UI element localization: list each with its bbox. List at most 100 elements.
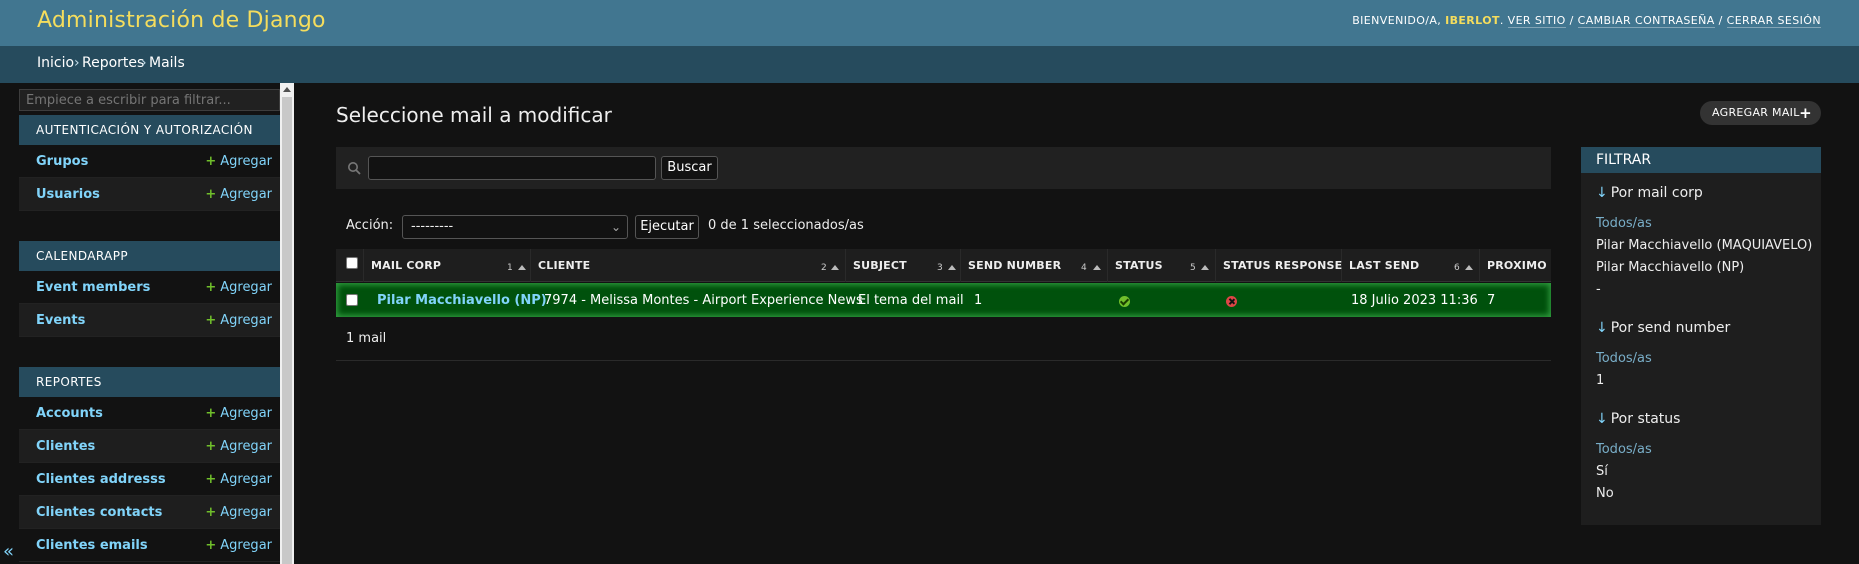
model-link[interactable]: Accounts <box>36 406 103 421</box>
filter-group-title[interactable]: ↓ Por send number <box>1596 320 1730 336</box>
sidebar-scrollbar[interactable] <box>280 83 294 564</box>
scrollbar-thumb[interactable] <box>282 97 292 564</box>
add-link[interactable]: + Agregar <box>205 187 272 202</box>
filter-option[interactable]: - <box>1596 282 1601 297</box>
add-mail-label: AGREGAR MAIL <box>1712 106 1800 119</box>
add-link[interactable]: + Agregar <box>205 406 272 421</box>
cliente-cell: 7974 - Melissa Montes - Airport Experien… <box>544 293 863 308</box>
nav-filter-input[interactable] <box>19 89 280 111</box>
column-status-response[interactable]: STATUS RESPONSE <box>1216 249 1342 282</box>
add-link[interactable]: + Agregar <box>205 313 272 328</box>
column-last-send[interactable]: LAST SEND 6 <box>1342 249 1480 282</box>
action-label: Acción: <box>346 218 394 233</box>
add-link[interactable]: + Agregar <box>205 280 272 295</box>
filter-option[interactable]: Pilar Macchiavello (MAQUIAVELO) <box>1596 238 1812 253</box>
sidebar-item-clientes: Clientes + Agregar <box>19 430 280 463</box>
change-password-link[interactable]: CAMBIAR CONTRASEÑA <box>1577 14 1715 28</box>
column-proximo[interactable]: PROXIMO <box>1480 249 1551 282</box>
add-link[interactable]: + Agregar <box>205 154 272 169</box>
filter-option-selected[interactable]: Todos/as <box>1596 442 1652 457</box>
sort-ascending-icon[interactable] <box>1201 265 1209 270</box>
toggle-nav-sidebar-button[interactable]: « <box>3 541 14 562</box>
filter-option[interactable]: No <box>1596 486 1614 501</box>
add-link[interactable]: + Agregar <box>205 472 272 487</box>
column-label: MAIL CORP <box>371 259 442 272</box>
column-cliente[interactable]: CLIENTE 2 <box>531 249 846 282</box>
column-mail-corp[interactable]: MAIL CORP 1 <box>364 249 531 282</box>
sidebar-item-clientes-addresss: Clientes addresss + Agregar <box>19 463 280 496</box>
filter-option[interactable]: Pilar Macchiavello (NP) <box>1596 260 1744 275</box>
filter-group-title[interactable]: ↓ Por mail corp <box>1596 185 1703 201</box>
model-link[interactable]: Grupos <box>36 154 88 169</box>
search-button[interactable]: Buscar <box>661 156 718 180</box>
site-brand[interactable]: Administración de Django <box>37 8 326 33</box>
model-link[interactable]: Clientes addresss <box>36 472 166 487</box>
table-header: MAIL CORP 1 CLIENTE 2 SUBJECT 3 SEND NUM… <box>336 249 1551 282</box>
column-label: CLIENTE <box>538 259 591 272</box>
filter-option[interactable]: Sí <box>1596 464 1608 479</box>
model-link[interactable]: Clientes emails <box>36 538 148 553</box>
app-caption-calendarapp[interactable]: CALENDARAPP <box>19 241 280 271</box>
add-label: Agregar <box>220 280 272 295</box>
app-caption-auth[interactable]: AUTENTICACIÓN Y AUTORIZACIÓN <box>19 115 280 145</box>
column-subject[interactable]: SUBJECT 3 <box>846 249 961 282</box>
breadcrumb-current: Mails <box>149 55 185 71</box>
add-label: Agregar <box>220 187 272 202</box>
logout-link[interactable]: CERRAR SESIÓN <box>1726 14 1821 28</box>
breadcrumb-separator: › <box>141 55 147 71</box>
action-select[interactable]: --------- ⌄ <box>402 215 628 239</box>
breadcrumb: Inicio › Reportes › Mails <box>0 46 1859 83</box>
breadcrumb-home[interactable]: Inicio <box>37 55 74 71</box>
breadcrumb-app[interactable]: Reportes <box>82 55 144 71</box>
column-label: STATUS RESPONSE <box>1223 259 1343 272</box>
add-link[interactable]: + Agregar <box>205 439 272 454</box>
filter-option-selected[interactable]: Todos/as <box>1596 216 1652 231</box>
send-number-cell: 1 <box>974 293 983 308</box>
status-ok-icon <box>1119 296 1130 307</box>
table-row[interactable]: Pilar Macchiavello (NP) 7974 - Melissa M… <box>336 283 1551 317</box>
column-label: LAST SEND <box>1349 259 1420 272</box>
add-link[interactable]: + Agregar <box>205 505 272 520</box>
sort-priority: 5 <box>1190 263 1196 273</box>
mail-corp-link[interactable]: Pilar Macchiavello (NP) <box>377 293 547 308</box>
column-label: STATUS <box>1115 259 1163 272</box>
sort-ascending-icon[interactable] <box>518 265 526 270</box>
search-input[interactable] <box>368 156 656 180</box>
sort-ascending-icon[interactable] <box>831 265 839 270</box>
filter-group-title[interactable]: ↓ Por status <box>1596 411 1680 427</box>
sidebar-item-event-members: Event members + Agregar <box>19 271 280 304</box>
model-link[interactable]: Clientes contacts <box>36 505 162 520</box>
add-mail-button[interactable]: AGREGAR MAIL + <box>1700 101 1821 125</box>
column-status[interactable]: STATUS 5 <box>1108 249 1216 282</box>
search-toolbar: Buscar <box>336 147 1551 189</box>
row-checkbox[interactable] <box>346 294 358 306</box>
plus-icon: + <box>1799 104 1812 122</box>
app-caption-reportes[interactable]: REPORTES <box>19 367 280 397</box>
model-link[interactable]: Clientes <box>36 439 95 454</box>
filter-option[interactable]: 1 <box>1596 373 1604 388</box>
sort-ascending-icon[interactable] <box>1093 265 1101 270</box>
sort-ascending-icon[interactable] <box>948 265 956 270</box>
sort-ascending-icon[interactable] <box>1465 265 1473 270</box>
model-link[interactable]: Usuarios <box>36 187 100 202</box>
chevron-down-icon: ⌄ <box>610 220 621 234</box>
separator: / <box>1718 14 1723 27</box>
plus-icon: + <box>205 538 217 553</box>
sidebar-item-grupos: Grupos + Agregar <box>19 145 280 178</box>
model-link[interactable]: Events <box>36 313 85 328</box>
model-link[interactable]: Event members <box>36 280 150 295</box>
search-icon <box>348 162 361 175</box>
scroll-up-arrow-icon[interactable] <box>283 87 291 92</box>
plus-icon: + <box>205 280 217 295</box>
view-site-link[interactable]: VER SITIO <box>1507 14 1566 28</box>
column-send-number[interactable]: SEND NUMBER 4 <box>961 249 1108 282</box>
filter-option-selected[interactable]: Todos/as <box>1596 351 1652 366</box>
add-link[interactable]: + Agregar <box>205 538 272 553</box>
select-all-checkbox[interactable] <box>346 257 358 269</box>
separator: / <box>1569 14 1574 27</box>
run-action-button[interactable]: Ejecutar <box>635 215 699 239</box>
last-send-cell: 18 Julio 2023 11:36 <box>1351 293 1478 308</box>
sidebar-item-accounts: Accounts + Agregar <box>19 397 280 430</box>
sort-priority: 4 <box>1081 263 1087 273</box>
site-header: Administración de Django BIENVENIDO/A, I… <box>0 0 1859 46</box>
